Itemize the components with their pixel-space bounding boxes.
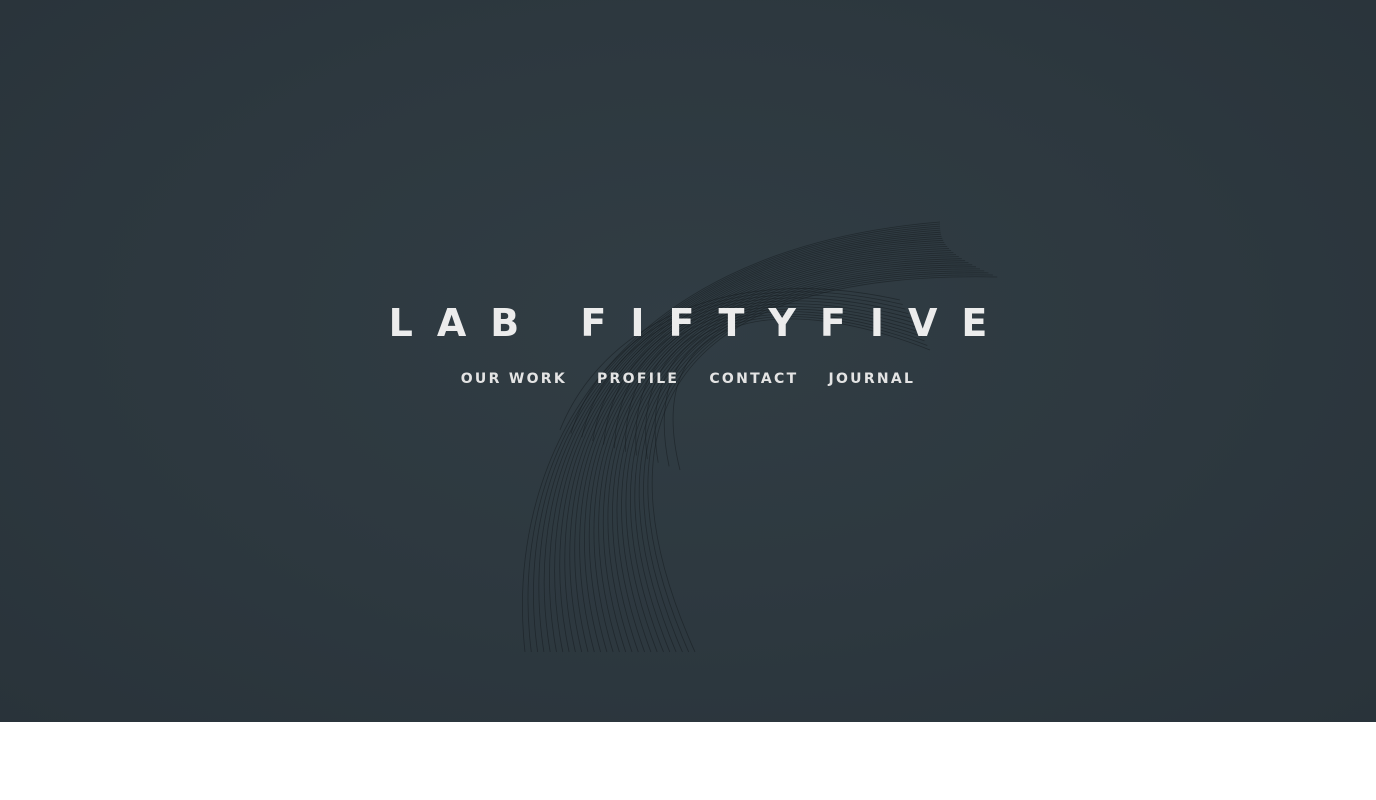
nav-link-journal[interactable]: JOURNAL — [828, 368, 915, 390]
content-area — [0, 722, 1376, 800]
site-logo-wordmark[interactable]: LAB FIFTYFIVE — [0, 298, 1376, 348]
hero-section: LAB FIFTYFIVE OUR WORK PROFILE CONTACT J… — [0, 0, 1376, 722]
nav-link-profile[interactable]: PROFILE — [597, 368, 679, 390]
swirl-line-art — [522, 221, 998, 653]
nav-link-contact[interactable]: CONTACT — [709, 368, 798, 390]
main-navigation: OUR WORK PROFILE CONTACT JOURNAL — [0, 368, 1376, 390]
nav-link-our-work[interactable]: OUR WORK — [461, 368, 567, 390]
